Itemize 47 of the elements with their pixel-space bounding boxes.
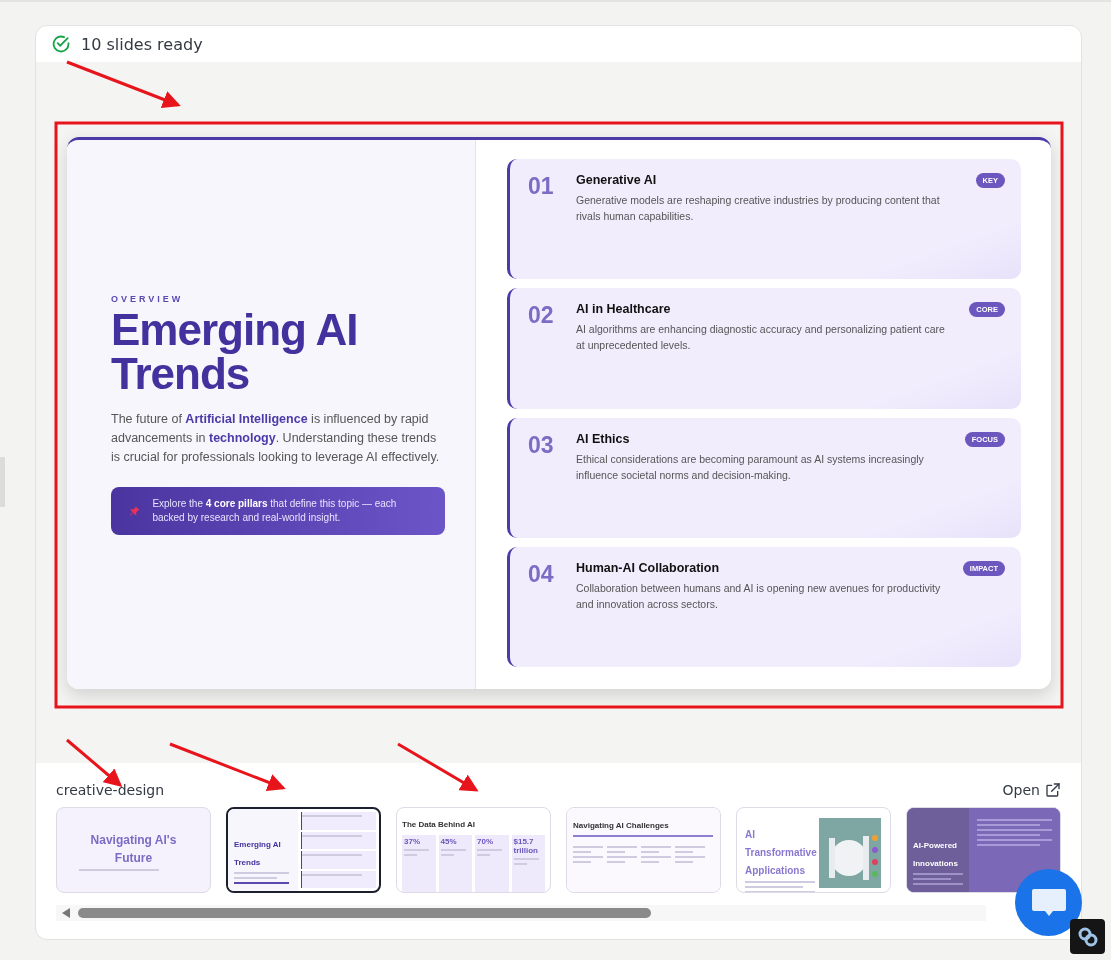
placeholder-lines-drawing (573, 843, 603, 863)
pillar-title: AI in Healthcare (576, 302, 672, 317)
slide-thumbnail[interactable]: The Data Behind AI 37% 45% 70% $15.7 trillion (396, 807, 551, 893)
slide-thumbnail[interactable]: Navigating AI's Future (56, 807, 211, 893)
callout-text: Explore the 4 core pillars that define this topic — each backed by research and real-world insight. (152, 497, 398, 525)
placeholder-lines-drawing (675, 843, 705, 863)
slide-title: Emerging AI Trends (111, 308, 359, 396)
eyebrow-text: OVERVIEW (111, 294, 185, 304)
slide-title: Emerging AI Trends (234, 840, 281, 867)
slide-title: The Data Behind AI (402, 820, 476, 829)
stat-value: $15.7 trillion (513, 837, 539, 855)
slide-thumbnail[interactable]: AI-Powered Innovations (906, 807, 1061, 893)
slide-thumbnail[interactable]: AI Transformative Applications (736, 807, 891, 893)
pillar-number: 03 (528, 431, 555, 460)
slide-title: Navigating AI Challenges (573, 821, 669, 830)
pillar-title: Human-AI Collaboration (576, 560, 721, 575)
intro-text: The future of Artificial Intelligence is influenced by rapid advancements in technology. Understanding these trends is crucial for professionals looking to leverage AI effectively. (111, 411, 441, 466)
pillar-text: AI algorithms are enhancing diagnostic accuracy and personalizing patient care at unprecedented levels. (576, 322, 946, 354)
pillar-number: 01 (528, 173, 555, 201)
scroll-left-icon[interactable] (62, 908, 70, 918)
slide-title: AI-Powered Innovations (913, 841, 958, 868)
pillar-text: Generative models are reshaping creative industries by producing content that rivals human capabilities. (576, 193, 941, 224)
placeholder-lines-drawing (607, 843, 637, 863)
theme-name: creative-design (56, 782, 165, 798)
slide-title: Navigating AI's Future (90, 832, 177, 865)
slide-thumbnail[interactable]: Emerging AI Trends (226, 807, 381, 893)
external-link-icon (1045, 782, 1061, 798)
stat-value: 45% (440, 837, 458, 846)
check-circle-icon (51, 34, 71, 54)
status-text: 10 slides ready (81, 34, 203, 54)
placeholder-lines-drawing (234, 872, 292, 879)
placeholder-lines-drawing (641, 843, 671, 863)
pillar-text: Ethical considerations are becoming paramount as AI systems increasingly influence societal norms and decision-making. (576, 451, 925, 483)
open-link[interactable]: Open (1002, 782, 1061, 798)
stat-value: 70% (477, 837, 494, 846)
pillar-text: Collaboration between humans and AI is opening new avenues for productivity and innovation across sectors. (576, 580, 942, 612)
scrollbar-thumb[interactable] (78, 908, 651, 918)
slide-thumbnail[interactable]: Navigating AI Challenges (566, 807, 721, 893)
chain-link-icon (1076, 925, 1099, 948)
pillar-number: 02 (528, 302, 555, 331)
pillar-number: 04 (528, 560, 555, 589)
link-button[interactable] (1070, 919, 1105, 954)
pillar-title: AI Ethics (576, 431, 631, 446)
placeholder-lines-drawing (913, 873, 963, 885)
stat-value: 37% (404, 837, 421, 846)
slide-title: AI Transformative Applications (745, 829, 817, 876)
pillar-title: Generative AI (576, 173, 658, 187)
